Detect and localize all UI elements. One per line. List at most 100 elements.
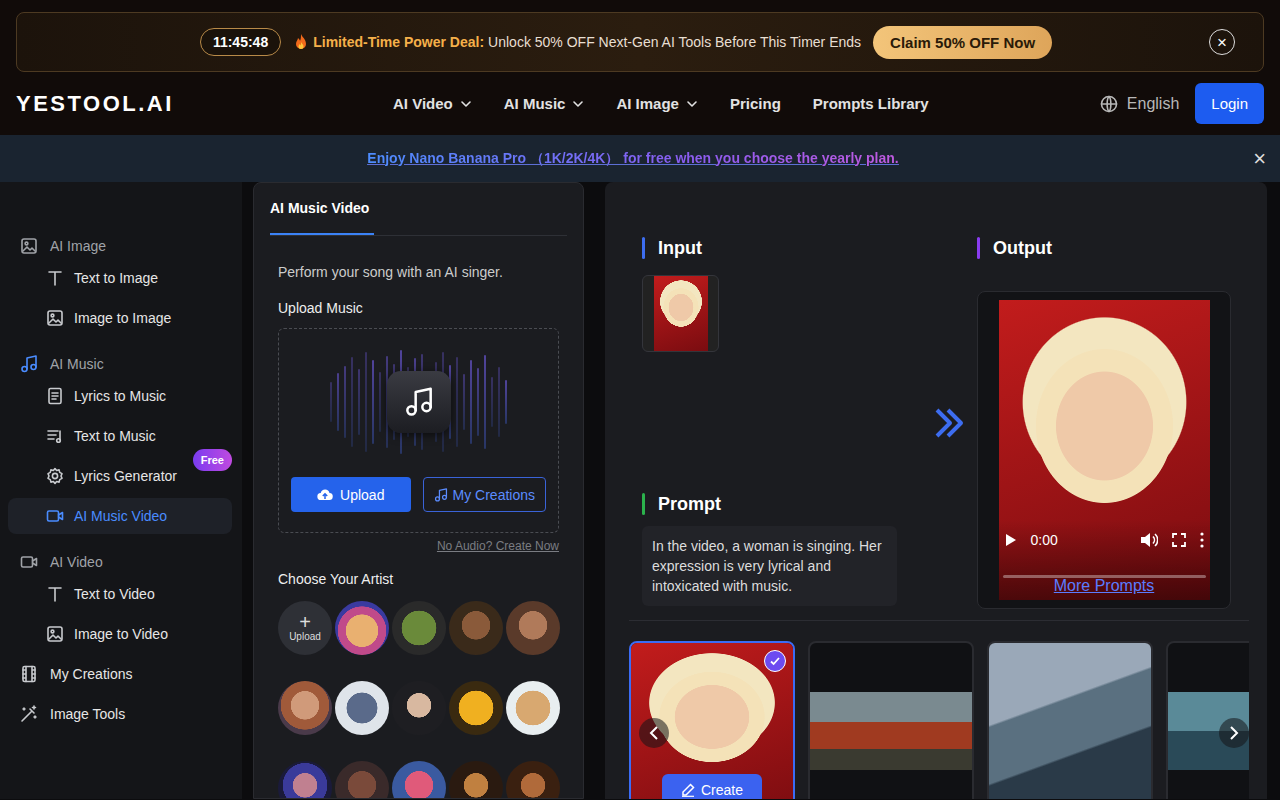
top-bar: 11:45:48Limited-Time Power Deal:Unlock 5…	[0, 0, 1280, 135]
wave-line	[358, 369, 360, 435]
text-icon	[46, 585, 64, 603]
sidebar-link[interactable]: Image Tools	[8, 696, 232, 732]
section-label: AI Video	[50, 554, 103, 570]
button-label: My Creations	[453, 487, 535, 503]
artist-avatar[interactable]	[335, 681, 389, 735]
promo-banner: 11:45:48Limited-Time Power Deal:Unlock 5…	[16, 12, 1264, 72]
logo-text[interactable]: YESTOOL.AI	[16, 91, 174, 117]
sidebar-section[interactable]: AI Video	[8, 548, 232, 576]
artist-avatar[interactable]	[278, 761, 332, 799]
sidebar-item[interactable]: Image to Video	[8, 616, 232, 652]
artist-avatar[interactable]	[335, 601, 389, 655]
flame-icon	[293, 33, 309, 51]
wave-line	[337, 373, 339, 431]
wave-line	[456, 357, 458, 447]
artist-avatar[interactable]	[506, 601, 560, 655]
nav-label: AI Image	[616, 95, 679, 112]
nav-item[interactable]: AI Music	[504, 95, 585, 112]
nav-item[interactable]: AI Image	[616, 95, 698, 112]
nav-item[interactable]: Pricing	[730, 95, 781, 112]
volume-icon[interactable]	[1140, 532, 1158, 548]
sidebar-item[interactable]: Text to Image	[8, 260, 232, 296]
upload-artist[interactable]: +Upload	[278, 601, 332, 655]
fullscreen-icon[interactable]	[1172, 533, 1186, 547]
more-prompts-row: More Prompts	[978, 577, 1230, 595]
logo[interactable]: YESTOOL.AI	[16, 91, 393, 117]
sidebar-item[interactable]: Image to Image	[8, 300, 232, 336]
sidebar-item[interactable]: Lyrics to Music	[8, 378, 232, 414]
wave-line	[344, 366, 346, 438]
example-image	[989, 643, 1151, 799]
prev-button[interactable]	[639, 718, 669, 748]
close-button[interactable]: ×	[1253, 148, 1266, 170]
sidebar-section[interactable]: AI Image	[8, 232, 232, 260]
language-label: English	[1127, 95, 1179, 113]
upload-button[interactable]: Upload	[291, 477, 411, 512]
play-icon[interactable]	[1005, 533, 1017, 547]
edit-icon	[681, 783, 695, 797]
claim-button[interactable]: Claim 50% OFF Now	[873, 26, 1052, 59]
artist-avatar[interactable]	[335, 761, 389, 799]
next-button[interactable]	[1219, 718, 1249, 748]
my-creations-button[interactable]: My Creations	[423, 477, 547, 512]
nav-label: AI Video	[393, 95, 453, 112]
heading-text: Prompt	[658, 494, 721, 515]
create-button[interactable]: Create	[662, 774, 762, 799]
nav-item[interactable]: Prompts Library	[813, 95, 929, 112]
chevron-down-icon	[460, 98, 472, 110]
artist-avatar[interactable]	[278, 681, 332, 735]
sidebar-item[interactable]: Text to Music	[8, 418, 232, 454]
promo-message: Unlock 50% OFF Next-Gen AI Tools Before …	[488, 34, 861, 50]
sidebar-item[interactable]: AI Music Video	[8, 498, 232, 534]
close-button[interactable]: ×	[1209, 29, 1235, 55]
example-card[interactable]	[987, 641, 1153, 799]
output-heading: Output	[977, 236, 1231, 260]
sidebar-link[interactable]: My Creations	[8, 656, 232, 692]
tool-panel: AI Music VideoPerform your song with an …	[253, 182, 584, 799]
promo-content: 11:45:48Limited-Time Power Deal:Unlock 5…	[200, 26, 1052, 59]
item-label: Image to Image	[74, 310, 171, 326]
artist-avatar[interactable]	[506, 681, 560, 735]
artist-avatar[interactable]	[392, 681, 446, 735]
artist-avatar[interactable]	[449, 681, 503, 735]
image-icon	[46, 309, 64, 327]
image-icon	[20, 237, 38, 255]
video-icon	[20, 553, 38, 571]
sidebar-item[interactable]: Lyrics GeneratorFree	[8, 458, 232, 494]
artist-avatar[interactable]	[449, 761, 503, 799]
tab-bar: AI Music Video	[270, 183, 567, 236]
create-link-row: No Audio? Create Now	[278, 539, 559, 553]
sidebar-item[interactable]: Text to Video	[8, 576, 232, 612]
tab[interactable]: AI Music Video	[270, 183, 374, 235]
output-column: Output0:00More Prompts	[977, 236, 1231, 609]
accent-bar	[977, 237, 980, 259]
language-selector[interactable]: English	[1100, 95, 1179, 113]
login-button[interactable]: Login	[1195, 83, 1264, 124]
showcase-panel: InputPromptIn the video, a woman is sing…	[605, 182, 1267, 799]
artist-avatar[interactable]	[506, 761, 560, 799]
divider	[629, 620, 1249, 621]
main-area: AI Image Text to Image Image to Image AI Mu…	[0, 182, 1280, 799]
artist-avatar[interactable]	[392, 601, 446, 655]
music-icon	[20, 355, 38, 373]
wave-line	[470, 360, 472, 444]
text-icon	[46, 269, 64, 287]
music-note-icon	[434, 488, 448, 502]
sidebar-section[interactable]: AI Music	[8, 350, 232, 378]
artist-avatar[interactable]	[449, 601, 503, 655]
nav-item[interactable]: AI Video	[393, 95, 472, 112]
wave-line	[372, 360, 374, 444]
more-prompts-link[interactable]: More Prompts	[1054, 577, 1154, 594]
nav-label: Pricing	[730, 95, 781, 112]
more-options-icon[interactable]	[1200, 532, 1204, 548]
doc-icon	[46, 387, 64, 405]
notice-link[interactable]: Enjoy Nano Banana Pro （1K/2K/4K） for fre…	[367, 150, 898, 168]
create-now-link[interactable]: No Audio? Create Now	[437, 539, 559, 553]
accent-bar	[642, 237, 645, 259]
wave-line	[505, 380, 507, 424]
section-label: AI Image	[50, 238, 106, 254]
example-card[interactable]	[808, 641, 974, 799]
upload-dropzone[interactable]: Upload My Creations	[278, 328, 559, 533]
artist-avatar[interactable]	[392, 761, 446, 799]
chevron-right-icon	[1229, 726, 1239, 740]
